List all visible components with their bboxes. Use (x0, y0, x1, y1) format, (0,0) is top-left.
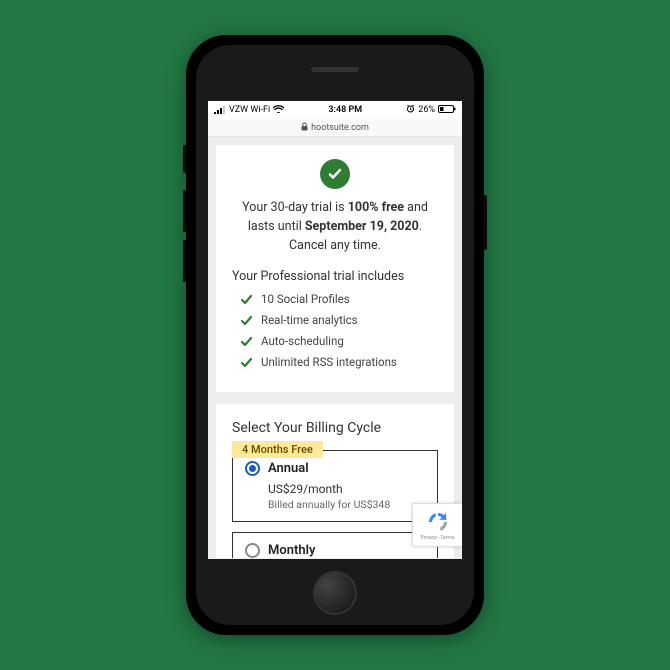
plan-option-monthly[interactable]: Monthly (232, 532, 438, 558)
recaptcha-label: Privacy - Terms (421, 535, 455, 541)
clock: 3:48 PM (328, 105, 362, 115)
recaptcha-icon (426, 510, 450, 534)
battery-icon (438, 105, 456, 116)
power-button (484, 195, 487, 250)
carrier-label: VZW Wi-Fi (229, 105, 270, 115)
check-circle-icon (320, 159, 350, 189)
wifi-icon (273, 105, 284, 116)
phone-frame: VZW Wi-Fi 3:48 PM 26% (186, 35, 484, 635)
billing-heading: Select Your Billing Cycle (232, 420, 438, 436)
trial-description: Your 30-day trial is 100% free and lasts… (232, 199, 438, 255)
alarm-icon (406, 104, 415, 116)
plan-annual-label: Annual (268, 461, 309, 476)
url-domain: hootsuite.com (311, 123, 369, 133)
plan-monthly-label: Monthly (268, 543, 315, 558)
plan-annual-billed: Billed annually for US$348 (268, 498, 425, 511)
includes-heading: Your Professional trial includes (232, 269, 438, 284)
feature-item: Unlimited RSS integrations (240, 355, 438, 369)
battery-label: 26% (418, 105, 435, 115)
feature-item: Auto-scheduling (240, 334, 438, 348)
check-icon (240, 293, 253, 306)
volume-up-button (183, 190, 186, 232)
recaptcha-badge[interactable]: Privacy - Terms (412, 503, 462, 547)
plan-option-annual[interactable]: 4 Months Free Annual US$29/month Billed … (232, 450, 438, 522)
feature-item: Real-time analytics (240, 313, 438, 327)
promo-badge: 4 Months Free (232, 441, 323, 458)
radio-unselected-icon[interactable] (245, 543, 260, 558)
check-icon (240, 335, 253, 348)
signal-icon (214, 106, 226, 114)
features-list: 10 Social Profiles Real-time analytics A… (232, 292, 438, 369)
radio-selected-icon[interactable] (245, 461, 260, 476)
screen: VZW Wi-Fi 3:48 PM 26% (208, 101, 462, 559)
home-button[interactable] (313, 571, 357, 615)
plan-annual-price: US$29/month (268, 482, 425, 496)
phone-speaker (311, 67, 359, 72)
feature-item: 10 Social Profiles (240, 292, 438, 306)
lock-icon (301, 122, 308, 134)
page-content[interactable]: Your 30-day trial is 100% free and lasts… (208, 137, 462, 559)
status-bar: VZW Wi-Fi 3:48 PM 26% (208, 101, 462, 119)
browser-address-bar[interactable]: hootsuite.com (208, 119, 462, 137)
check-icon (240, 314, 253, 327)
check-icon (240, 356, 253, 369)
volume-down-button (183, 240, 186, 282)
trial-info-card: Your 30-day trial is 100% free and lasts… (216, 145, 454, 392)
mute-switch (183, 145, 186, 173)
